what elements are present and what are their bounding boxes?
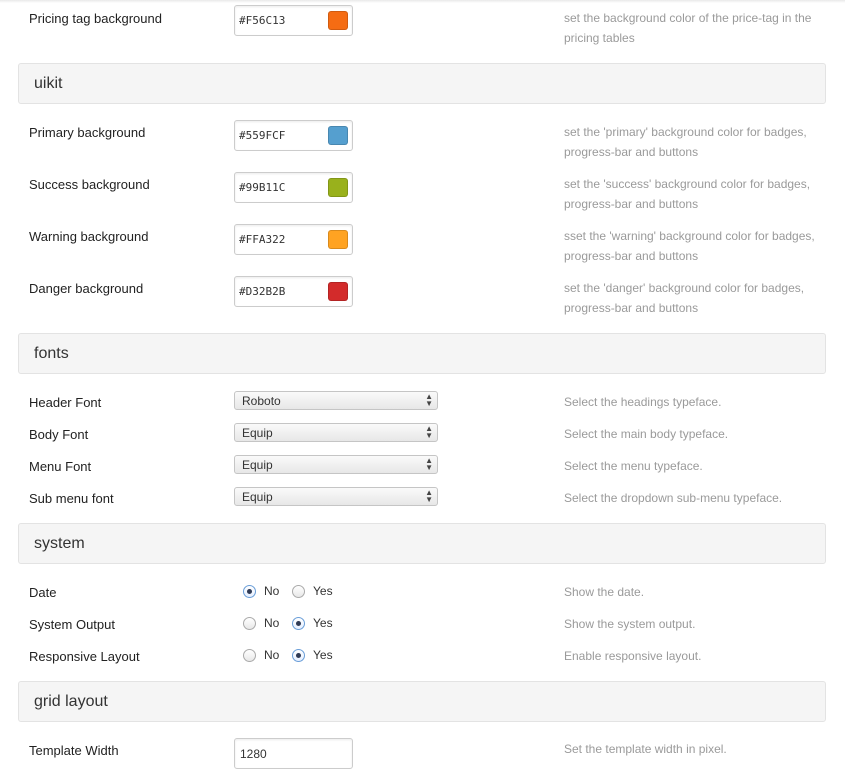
danger-color-input[interactable]: #D32B2B: [234, 276, 353, 307]
setting-label: Body Font: [29, 427, 89, 442]
color-value: #FFA322: [239, 233, 286, 246]
pricing-color-input[interactable]: #F56C13: [234, 5, 353, 36]
select-value: Roboto: [242, 394, 281, 408]
radio-label-yes: Yes: [313, 648, 333, 662]
section-header-grid-layout: grid layout: [18, 681, 826, 722]
radio-label-no: No: [264, 648, 280, 662]
setting-description: set the 'danger' background color for ba…: [564, 281, 805, 315]
section-header-uikit: uikit: [18, 63, 826, 104]
color-swatch[interactable]: [328, 282, 348, 301]
date-no-radio[interactable]: [243, 585, 256, 598]
section-title: uikit: [34, 75, 63, 92]
setting-label: Primary background: [29, 125, 146, 140]
select-value: Equip: [242, 490, 273, 504]
setting-label: Sub menu font: [29, 491, 114, 506]
color-value: #559FCF: [239, 129, 286, 142]
setting-label: Date: [29, 585, 57, 600]
warning-color-input[interactable]: #FFA322: [234, 224, 353, 255]
select-arrows-icon: ▲ ▼: [425, 488, 433, 504]
primary-color-input[interactable]: #559FCF: [234, 120, 353, 151]
color-swatch[interactable]: [328, 178, 348, 197]
section-title: system: [34, 535, 85, 552]
section-header-fonts: fonts: [18, 333, 826, 374]
setting-description: set the background color of the price-ta…: [564, 11, 812, 45]
color-value: #F56C13: [239, 14, 286, 27]
header-font-select[interactable]: Roboto ▲ ▼: [234, 391, 438, 410]
radio-label-no: No: [264, 616, 280, 630]
color-swatch[interactable]: [328, 230, 348, 249]
setting-description: Select the dropdown sub-menu typeface.: [564, 491, 783, 505]
setting-description: Select the main body typeface.: [564, 427, 729, 441]
section-title: fonts: [34, 345, 69, 362]
select-value: Equip: [242, 458, 273, 472]
template-width-input[interactable]: 1280: [234, 738, 353, 769]
top-shadow: [0, 0, 845, 3]
system-output-yes-radio[interactable]: [292, 617, 305, 630]
select-arrows-icon: ▲ ▼: [425, 456, 433, 472]
setting-label: Pricing tag background: [29, 11, 162, 26]
setting-description: Show the system output.: [564, 617, 696, 631]
setting-label: Warning background: [29, 229, 149, 244]
setting-description: sset the 'warning' background color for …: [564, 229, 815, 263]
setting-description: set the 'success' background color for b…: [564, 177, 811, 211]
success-color-input[interactable]: #99B11C: [234, 172, 353, 203]
setting-description: Enable responsive layout.: [564, 649, 702, 663]
radio-label-yes: Yes: [313, 584, 333, 598]
setting-label: Header Font: [29, 395, 102, 410]
date-yes-radio[interactable]: [292, 585, 305, 598]
color-value: #99B11C: [239, 181, 286, 194]
select-arrows-icon: ▲ ▼: [425, 392, 433, 408]
setting-label: Menu Font: [29, 459, 92, 474]
body-font-select[interactable]: Equip ▲ ▼: [234, 423, 438, 442]
color-swatch[interactable]: [328, 126, 348, 145]
section-title: grid layout: [34, 693, 108, 710]
setting-description: Select the menu typeface.: [564, 459, 703, 473]
color-value: #D32B2B: [239, 285, 286, 298]
setting-label: Success background: [29, 177, 150, 192]
select-value: Equip: [242, 426, 273, 440]
setting-description: Set the template width in pixel.: [564, 742, 727, 756]
setting-label: Template Width: [29, 743, 119, 758]
setting-description: Select the headings typeface.: [564, 395, 722, 409]
radio-label-yes: Yes: [313, 616, 333, 630]
setting-description: Show the date.: [564, 585, 645, 599]
system-output-no-radio[interactable]: [243, 617, 256, 630]
setting-label: Danger background: [29, 281, 144, 296]
input-value: 1280: [240, 747, 267, 761]
setting-label: System Output: [29, 617, 115, 632]
responsive-no-radio[interactable]: [243, 649, 256, 662]
select-arrows-icon: ▲ ▼: [425, 424, 433, 440]
submenu-font-select[interactable]: Equip ▲ ▼: [234, 487, 438, 506]
setting-label: Responsive Layout: [29, 649, 140, 664]
menu-font-select[interactable]: Equip ▲ ▼: [234, 455, 438, 474]
responsive-yes-radio[interactable]: [292, 649, 305, 662]
setting-description: set the 'primary' background color for b…: [564, 125, 807, 159]
color-swatch[interactable]: [328, 11, 348, 30]
radio-label-no: No: [264, 584, 280, 598]
section-header-system: system: [18, 523, 826, 564]
